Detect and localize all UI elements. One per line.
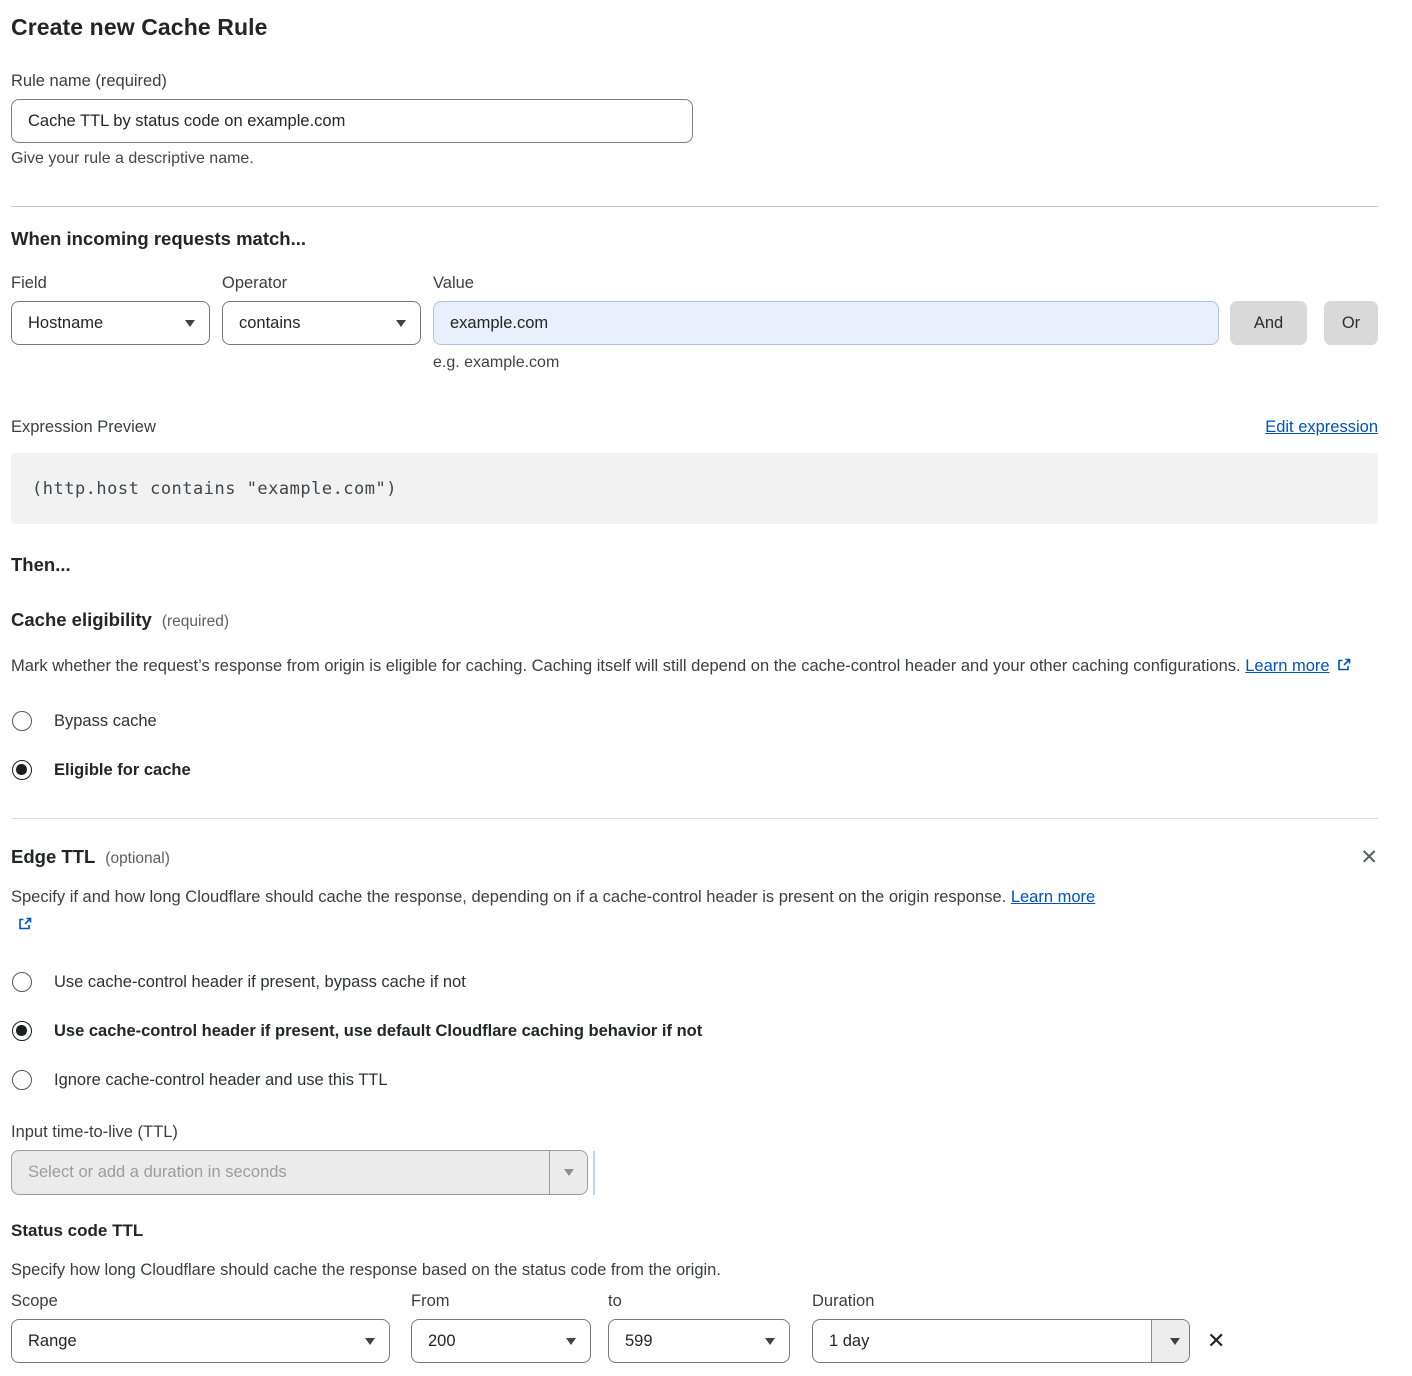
status-code-ttl-heading: Status code TTL (11, 1221, 1378, 1241)
remove-row-icon[interactable]: ✕ (1207, 1328, 1225, 1354)
chevron-down-icon[interactable] (549, 1151, 587, 1194)
edge-ttl-description: Specify if and how long Cloudflare shoul… (11, 883, 1111, 941)
rule-name-help: Give your rule a descriptive name. (11, 150, 1378, 168)
status-code-ttl-row: Range 200 599 1 day ✕ (11, 1319, 1378, 1363)
radio-unselected-icon[interactable] (12, 1070, 32, 1090)
scope-select-value: Range (28, 1332, 77, 1351)
field-select-value: Hostname (28, 314, 103, 333)
cache-eligibility-heading: Cache eligibility (11, 609, 152, 631)
field-label: Field (11, 274, 210, 293)
radio-selected-icon[interactable] (12, 760, 32, 780)
bypass-cache-label: Bypass cache (54, 712, 157, 731)
status-code-ttl-description: Specify how long Cloudflare should cache… (11, 1261, 1378, 1280)
then-heading: Then... (11, 554, 1378, 576)
rule-name-input[interactable] (11, 99, 693, 143)
ttl-duration-select[interactable]: Select or add a duration in seconds (11, 1150, 588, 1195)
expression-code: (http.host contains "example.com") (32, 479, 397, 499)
ttl-input-label: Input time-to-live (TTL) (11, 1123, 1378, 1142)
match-condition-row: Hostname contains And Or (11, 301, 1378, 345)
to-select-value: 599 (625, 1332, 653, 1351)
radio-unselected-icon[interactable] (12, 711, 32, 731)
edge-ttl-option-ignore[interactable]: Ignore cache-control header and use this… (11, 1070, 1378, 1090)
edge-ttl-heading-row: Edge TTL (optional) ✕ (11, 846, 1378, 868)
ttl-duration-placeholder: Select or add a duration in seconds (12, 1151, 549, 1194)
status-code-labels-row: Scope From to Duration (11, 1292, 1378, 1311)
from-select[interactable]: 200 (411, 1319, 591, 1363)
external-link-icon (17, 913, 33, 941)
cache-eligibility-learn-more-link[interactable]: Learn more (1245, 657, 1329, 675)
edge-ttl-heading: Edge TTL (11, 846, 95, 868)
from-select-value: 200 (428, 1332, 456, 1351)
chevron-down-icon (365, 1338, 375, 1345)
operator-label: Operator (222, 274, 421, 293)
edge-ttl-option-default[interactable]: Use cache-control header if present, use… (11, 1021, 1378, 1041)
cache-eligibility-heading-row: Cache eligibility (required) (11, 609, 1378, 631)
chevron-down-icon[interactable] (1151, 1320, 1189, 1362)
create-cache-rule-form: Create new Cache Rule Rule name (require… (0, 0, 1412, 1363)
cache-eligibility-description: Mark whether the request’s response from… (11, 652, 1378, 682)
edit-expression-link[interactable]: Edit expression (1265, 418, 1378, 437)
edge-ttl-description-text: Specify if and how long Cloudflare shoul… (11, 888, 1006, 906)
match-labels-row: Field Operator Value (11, 274, 1378, 293)
duration-label: Duration (812, 1292, 1190, 1311)
duration-select[interactable]: 1 day (812, 1319, 1190, 1363)
edge-ttl-option-bypass[interactable]: Use cache-control header if present, byp… (11, 972, 1378, 992)
or-button[interactable]: Or (1324, 301, 1378, 345)
cache-eligibility-required: (required) (162, 613, 229, 631)
bypass-cache-option[interactable]: Bypass cache (11, 711, 1378, 731)
scope-select[interactable]: Range (11, 1319, 390, 1363)
from-label: From (411, 1292, 591, 1311)
edge-ttl-optional: (optional) (105, 850, 170, 868)
eligible-for-cache-option[interactable]: Eligible for cache (11, 760, 1378, 780)
edge-ttl-option-bypass-label: Use cache-control header if present, byp… (54, 973, 466, 992)
to-select[interactable]: 599 (608, 1319, 790, 1363)
value-hint: e.g. example.com (11, 354, 1378, 372)
radio-unselected-icon[interactable] (12, 972, 32, 992)
expression-code-block: (http.host contains "example.com") (11, 453, 1378, 524)
section-divider (11, 206, 1378, 207)
rule-name-label: Rule name (required) (11, 72, 1378, 91)
scope-label: Scope (11, 1292, 390, 1311)
close-icon[interactable]: ✕ (1360, 847, 1378, 868)
cache-eligibility-description-text: Mark whether the request’s response from… (11, 657, 1241, 675)
edge-ttl-learn-more-link[interactable]: Learn more (1011, 888, 1095, 906)
duration-select-value: 1 day (813, 1320, 1151, 1362)
expression-preview-label: Expression Preview (11, 418, 156, 437)
operator-select[interactable]: contains (222, 301, 421, 345)
radio-selected-icon[interactable] (12, 1021, 32, 1041)
operator-select-value: contains (239, 314, 300, 333)
and-button[interactable]: And (1230, 301, 1307, 345)
chevron-down-icon (185, 320, 195, 327)
match-heading: When incoming requests match... (11, 228, 1378, 250)
edge-ttl-option-default-label: Use cache-control header if present, use… (54, 1022, 702, 1041)
value-input[interactable] (433, 301, 1219, 345)
chevron-down-icon (396, 320, 406, 327)
chevron-down-icon (566, 1338, 576, 1345)
eligible-for-cache-label: Eligible for cache (54, 761, 191, 780)
external-link-icon (1336, 654, 1352, 682)
text-cursor-artifact (593, 1151, 595, 1195)
value-label: Value (433, 274, 1378, 293)
to-label: to (608, 1292, 790, 1311)
chevron-down-icon (765, 1338, 775, 1345)
field-select[interactable]: Hostname (11, 301, 210, 345)
page-title: Create new Cache Rule (11, 14, 1378, 41)
section-divider (11, 818, 1378, 819)
edge-ttl-option-ignore-label: Ignore cache-control header and use this… (54, 1071, 388, 1090)
